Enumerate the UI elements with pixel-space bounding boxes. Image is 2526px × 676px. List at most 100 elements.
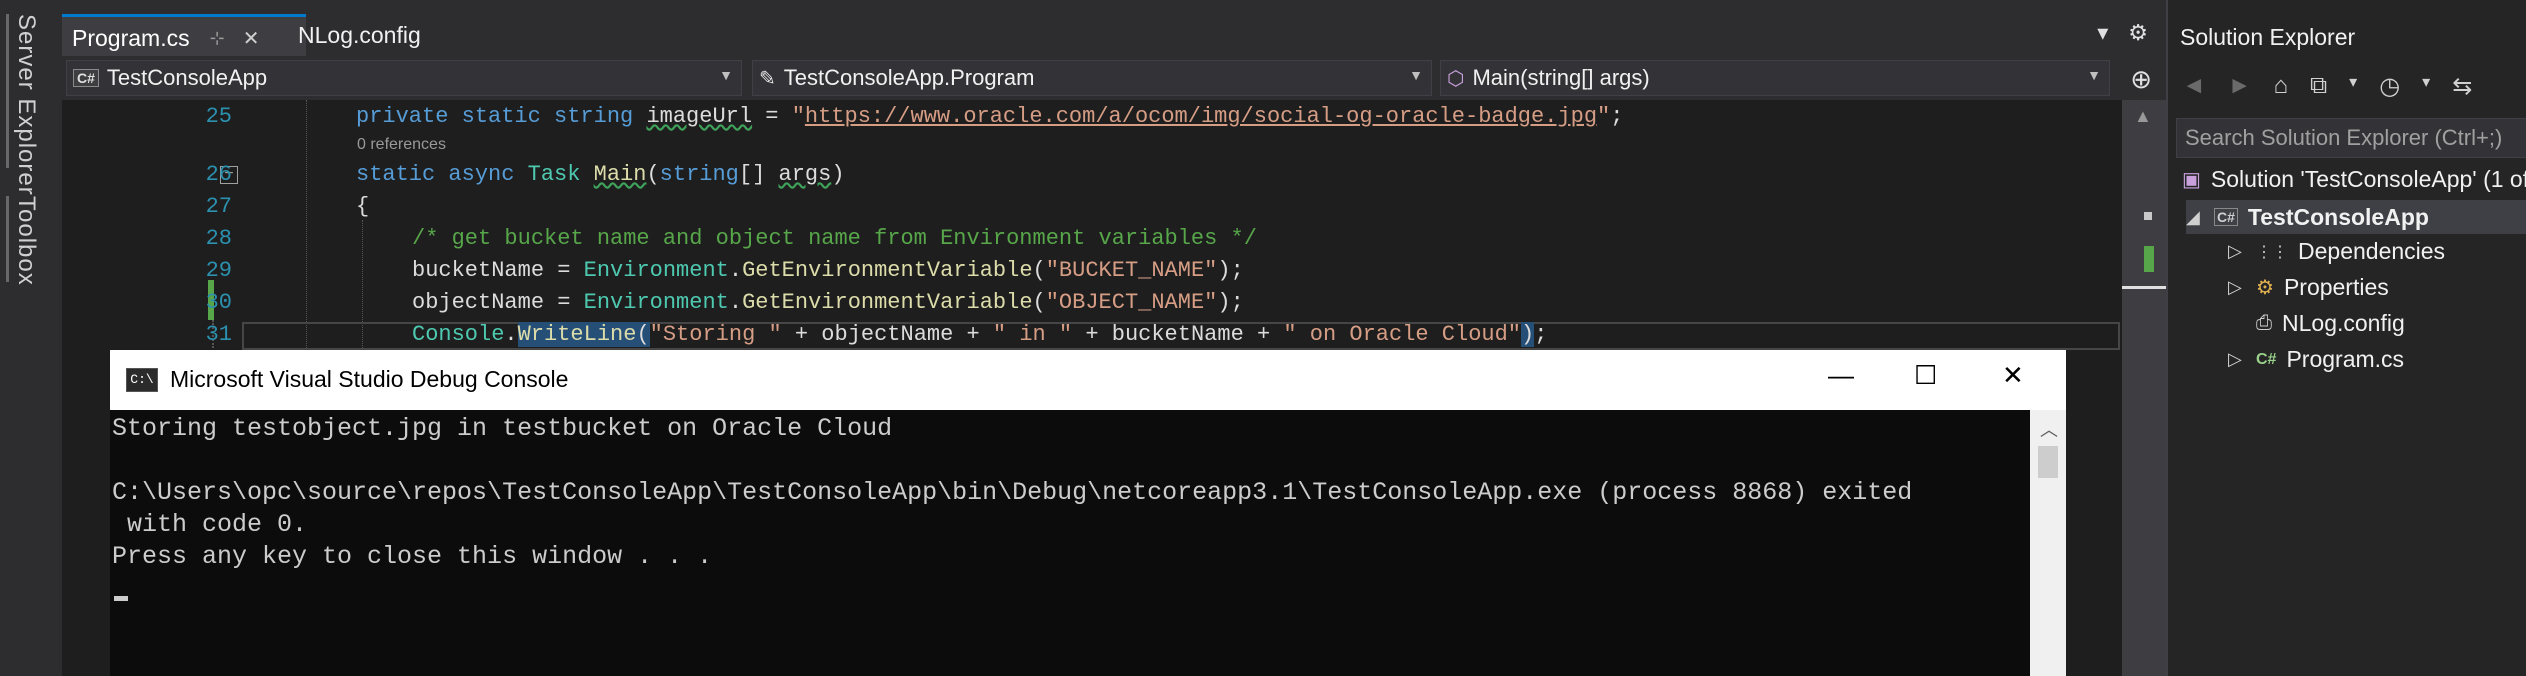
tree-item-properties[interactable]: ▷ ⚙ Properties xyxy=(2228,274,2389,301)
left-tool-strip: Server Explorer Toolbox xyxy=(0,0,63,676)
close-icon[interactable]: ✕ xyxy=(2002,360,2024,391)
code-token: WriteLine xyxy=(517,322,637,347)
chevron-down-icon[interactable]: ▾ xyxy=(2422,72,2430,101)
code-token: ( xyxy=(646,162,660,187)
code-token: [] xyxy=(738,162,779,187)
csharp-file-icon: C# xyxy=(2256,350,2277,368)
code-token: static async xyxy=(356,162,528,187)
properties-icon: ⚙ xyxy=(2256,277,2274,299)
code-token: objectName = xyxy=(412,290,584,315)
split-editor-icon[interactable]: ⊕ xyxy=(2130,64,2152,95)
console-scroll-thumb[interactable] xyxy=(2038,446,2058,478)
member-dropdown[interactable]: ⬡ Main(string[] args) ▼ xyxy=(1440,60,2110,96)
code-token: ); xyxy=(1217,290,1244,315)
expanded-arrow-icon[interactable]: ◢ xyxy=(2186,207,2206,228)
code-line[interactable]: /* get bucket name and object name from … xyxy=(412,226,1257,251)
tree-item-label: Program.cs xyxy=(2286,346,2405,372)
tab-nlog-config[interactable]: NLog.config xyxy=(288,14,431,56)
code-token: . xyxy=(728,290,743,315)
toolbox-tab[interactable]: Toolbox xyxy=(12,196,40,286)
line-number: 31 xyxy=(205,322,232,347)
switch-views-icon[interactable]: ⧉ xyxy=(2310,72,2327,101)
collapsed-arrow-icon[interactable]: ▷ xyxy=(2228,277,2248,298)
code-token: Task xyxy=(527,162,594,187)
code-token: . xyxy=(504,322,518,347)
line-number: 28 xyxy=(205,226,232,251)
line-number: 30 xyxy=(205,290,232,315)
line-number: 26 xyxy=(205,162,232,187)
code-line[interactable]: private static string imageUrl = "https:… xyxy=(356,104,1623,129)
class-dropdown-label: TestConsoleApp.Program xyxy=(783,65,1035,90)
pin-icon[interactable]: ⊹ xyxy=(210,28,225,49)
code-line[interactable]: static async Task Main(string[] args) xyxy=(356,162,845,187)
code-token: Main xyxy=(593,162,647,187)
code-token: " xyxy=(791,104,805,129)
chevron-down-icon: ▼ xyxy=(719,67,733,83)
tree-item-dependencies[interactable]: ▷ ⋮⋮ Dependencies xyxy=(2228,238,2445,265)
console-line: Storing testobject.jpg in testbucket on … xyxy=(112,414,893,443)
sync-icon[interactable]: ⇆ xyxy=(2452,72,2472,101)
scroll-up-icon[interactable]: ︿ xyxy=(2040,416,2058,442)
line-number: 29 xyxy=(205,258,232,283)
code-token: Environment xyxy=(583,258,729,283)
code-line[interactable]: { xyxy=(356,194,369,219)
pending-changes-filter-icon[interactable]: ◷ xyxy=(2379,72,2400,101)
collapsed-arrow-icon[interactable]: ▷ xyxy=(2228,349,2248,370)
code-token: = xyxy=(752,104,792,129)
solution-explorer-search-input[interactable]: Search Solution Explorer (Ctrl+;) xyxy=(2176,118,2526,158)
code-token: private static string xyxy=(356,104,647,129)
tree-item-label: Solution 'TestConsoleApp' (1 of 1 projec… xyxy=(2210,166,2526,192)
tree-item-nlog-config[interactable]: ⎙ NLog.config xyxy=(2228,310,2405,337)
tree-item-project[interactable]: ◢ C# TestConsoleApp xyxy=(2186,200,2526,234)
chevron-down-icon: ▼ xyxy=(1409,67,1423,83)
code-token: ) xyxy=(831,162,845,187)
console-line: C:\Users\opc\source\repos\TestConsoleApp… xyxy=(112,478,1913,507)
code-token: bucketName = xyxy=(412,258,584,283)
tree-item-solution[interactable]: ▣ Solution 'TestConsoleApp' (1 of 1 proj… xyxy=(2182,166,2526,193)
tree-item-label: NLog.config xyxy=(2282,310,2405,336)
console-line: Press any key to close this window . . . xyxy=(112,542,713,571)
minimize-icon[interactable]: — xyxy=(1828,360,1854,391)
codelens-references[interactable]: 0 references xyxy=(357,136,446,154)
csharp-project-icon: C# xyxy=(73,69,99,87)
forward-icon[interactable]: ► xyxy=(2228,72,2252,101)
back-icon[interactable]: ◄ xyxy=(2182,72,2206,101)
gear-icon[interactable]: ⚙ xyxy=(2128,20,2148,46)
editor-tab-bar: Program.cs ⊹ ✕ NLog.config ▾ ⚙ xyxy=(62,0,2166,59)
code-token: "BUCKET_NAME" xyxy=(1045,258,1218,283)
tab-program-cs[interactable]: Program.cs ⊹ ✕ xyxy=(62,14,306,59)
code-line[interactable]: Console.WriteLine("Storing " + objectNam… xyxy=(412,322,1547,347)
console-scrollbar[interactable]: ︿ xyxy=(2030,410,2066,676)
debug-console-title: Microsoft Visual Studio Debug Console xyxy=(170,366,569,392)
collapsed-arrow-icon[interactable]: ▷ xyxy=(2228,241,2248,262)
console-line: with code 0. xyxy=(112,510,308,539)
server-explorer-tab[interactable]: Server Explorer xyxy=(12,14,40,196)
tab-list-dropdown-icon[interactable]: ▾ xyxy=(2097,20,2108,46)
editor-scrollbar[interactable]: ▲ xyxy=(2122,100,2166,676)
scroll-up-icon[interactable]: ▲ xyxy=(2134,106,2152,127)
maximize-icon[interactable]: ☐ xyxy=(1914,360,1937,391)
console-output[interactable]: Storing testobject.jpg in testbucket on … xyxy=(110,410,2030,676)
chevron-down-icon: ▼ xyxy=(2087,67,2101,83)
config-file-icon: ⎙ xyxy=(2256,312,2272,334)
code-line[interactable]: objectName = Environment.GetEnvironmentV… xyxy=(412,290,1244,315)
home-icon[interactable]: ⌂ xyxy=(2274,72,2289,101)
tree-item-label: TestConsoleApp xyxy=(2247,203,2429,230)
solution-icon: ▣ xyxy=(2182,169,2201,191)
close-icon[interactable]: ✕ xyxy=(243,26,260,51)
code-token: " in " xyxy=(992,322,1073,347)
dependencies-icon: ⋮⋮ xyxy=(2256,243,2288,261)
code-token: GetEnvironmentVariable xyxy=(742,258,1033,283)
class-dropdown[interactable]: ✎ TestConsoleApp.Program ▼ xyxy=(752,60,1432,96)
navigation-bar: C# TestConsoleApp ▼ ✎ TestConsoleApp.Pro… xyxy=(62,56,2166,101)
code-token: ( xyxy=(1032,258,1046,283)
chevron-down-icon[interactable]: ▾ xyxy=(2349,72,2357,101)
project-dropdown[interactable]: C# TestConsoleApp ▼ xyxy=(66,60,742,96)
debug-console-title-bar[interactable]: C:\ Microsoft Visual Studio Debug Consol… xyxy=(110,350,2066,410)
solution-explorer-panel: Solution Explorer ◄ ► ⌂ ⧉ ▾ ◷ ▾ ⇆ Search… xyxy=(2166,0,2526,676)
code-line[interactable]: bucketName = Environment.GetEnvironmentV… xyxy=(412,258,1244,283)
code-token: ) xyxy=(1521,322,1535,347)
debug-console-window[interactable]: C:\ Microsoft Visual Studio Debug Consol… xyxy=(110,350,2066,676)
tree-item-program-cs[interactable]: ▷ C# Program.cs xyxy=(2228,346,2404,373)
solution-explorer-title: Solution Explorer xyxy=(2180,24,2356,50)
